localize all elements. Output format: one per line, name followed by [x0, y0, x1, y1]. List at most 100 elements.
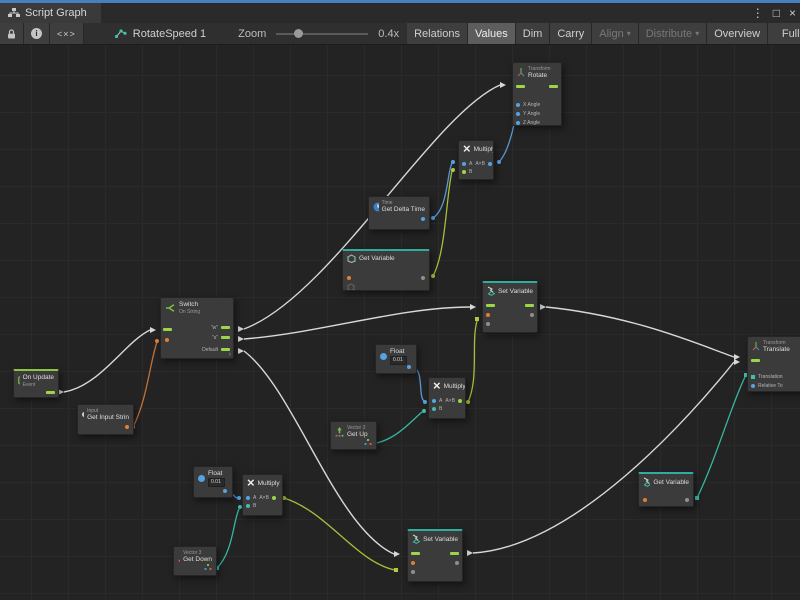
inspect-button[interactable]: i	[24, 23, 50, 44]
script-graph-window: Script Graph ⋮ □ × i <×>	[0, 0, 800, 600]
fullscreen-button[interactable]: Full Scre	[768, 23, 800, 44]
port-result[interactable]	[272, 496, 276, 500]
wire-setvariable-top-to-translate[interactable]	[540, 304, 740, 360]
node-switch-on-string[interactable]: Switch On String "w" "s" Default ›	[160, 297, 234, 359]
float-value-field[interactable]: 0.01	[208, 478, 225, 487]
float-icon	[380, 353, 387, 360]
node-multiply-mid[interactable]: × Multiply A A×B B	[428, 377, 466, 419]
zoom-slider[interactable]	[276, 33, 368, 35]
port-selector-in[interactable]	[165, 338, 169, 342]
port-name-in[interactable]	[347, 276, 351, 280]
port-b[interactable]	[432, 407, 436, 411]
maximize-icon[interactable]: □	[773, 6, 780, 20]
port-string-out[interactable]	[125, 425, 129, 429]
node-multiply-bottom[interactable]: × Multiply A A×B B	[242, 474, 283, 516]
clock-icon	[373, 202, 379, 212]
tab-script-graph[interactable]: Script Graph	[0, 3, 101, 23]
node-set-variable-bottom[interactable]: Set Variable	[407, 529, 463, 582]
graph-breadcrumb: RotateSpeed 1	[106, 23, 214, 44]
node-set-variable-top[interactable]: Set Variable	[482, 281, 538, 333]
flow-out-port[interactable]	[525, 304, 534, 307]
relations-button[interactable]: Relations	[407, 23, 468, 44]
vector3-out-port[interactable]	[364, 439, 372, 446]
distribute-button[interactable]: Distribute ▾	[639, 23, 707, 44]
port-name-in[interactable]	[411, 561, 415, 565]
node-get-variable-bottom[interactable]: Get Variable	[638, 472, 694, 507]
port-b[interactable]	[462, 170, 466, 174]
wire-multiply-bottom-to-setvariable-bottom[interactable]	[282, 496, 398, 572]
window-menu-icon[interactable]: ⋮	[752, 6, 764, 20]
chevron-icon[interactable]: ›	[229, 351, 231, 358]
zoom-value: 0.4x	[378, 28, 399, 40]
lock-icon	[7, 29, 16, 39]
close-icon[interactable]: ×	[789, 6, 796, 20]
port-b[interactable]	[246, 504, 250, 508]
values-button[interactable]: Values	[468, 23, 516, 44]
flow-out-port[interactable]	[549, 85, 558, 88]
node-multiply-top[interactable]: × Multiply A A×B B	[458, 140, 494, 180]
port-value-out[interactable]	[530, 313, 534, 317]
node-rotate[interactable]: Transform Rotate X Angle Y Angle Z Angle	[512, 62, 562, 126]
graph-name[interactable]: RotateSpeed 1	[133, 28, 206, 40]
float-value-field[interactable]: 0.01	[390, 356, 407, 365]
wire-multiply-mid-to-setvariable-top[interactable]	[466, 317, 479, 404]
node-translate[interactable]: Transform Translate Translation Relative…	[747, 336, 800, 392]
port-x-angle[interactable]: X Angle	[513, 101, 561, 110]
node-get-delta-time[interactable]: Time Get Delta Time	[368, 196, 430, 230]
carry-button[interactable]: Carry	[550, 23, 592, 44]
align-button[interactable]: Align ▾	[592, 23, 638, 44]
case-row-2[interactable]: "s"	[161, 333, 233, 343]
wires-layer	[0, 45, 800, 600]
port-value-in[interactable]	[486, 322, 490, 326]
wire-getvariable-bottom-to-translate[interactable]	[695, 373, 748, 500]
port-a[interactable]	[432, 399, 436, 403]
port-result[interactable]	[458, 399, 462, 403]
port-y-angle[interactable]: Y Angle	[513, 110, 561, 119]
port-value-in[interactable]	[411, 570, 415, 574]
port-value-out[interactable]	[685, 498, 689, 502]
vector3-out-port[interactable]	[204, 564, 212, 571]
port-name-in[interactable]	[486, 313, 490, 317]
node-get-input-string[interactable]: Input Get Input Strin	[77, 404, 134, 435]
port-float-out[interactable]	[223, 489, 227, 493]
flow-in-port[interactable]	[163, 328, 172, 331]
port-value-out[interactable]	[421, 276, 425, 280]
node-float-mid[interactable]: Float 0.01	[375, 344, 417, 374]
port-float-out[interactable]	[407, 365, 411, 369]
port-relative-to[interactable]: Relative To	[748, 382, 800, 391]
flow-in-port[interactable]	[516, 85, 525, 88]
wire-switch-case2-to-setvariable-top[interactable]	[238, 304, 476, 342]
node-get-variable-top[interactable]: Get Variable	[342, 249, 430, 291]
port-translation[interactable]: Translation	[748, 373, 800, 382]
graph-canvas[interactable]: Transform Rotate X Angle Y Angle Z Angle…	[0, 45, 800, 600]
case-row-default[interactable]: Default	[161, 345, 233, 355]
flow-in-port[interactable]	[751, 359, 760, 362]
port-delta-out[interactable]	[421, 217, 425, 221]
wire-onupdate-to-switch[interactable]	[58, 327, 156, 395]
port-a[interactable]	[246, 496, 250, 500]
wire-switch-default-to-setvariable-bottom[interactable]	[238, 348, 400, 557]
flow-out-port[interactable]	[46, 391, 55, 394]
dim-button[interactable]: Dim	[516, 23, 551, 44]
wire-getdown-to-multiply-bottom-b[interactable]	[215, 505, 242, 570]
wire-setvariable-bottom-to-translate[interactable]	[467, 359, 740, 556]
overview-button[interactable]: Overview	[707, 23, 768, 44]
flow-in-port[interactable]	[486, 304, 495, 307]
port-a[interactable]	[462, 162, 466, 166]
lock-button[interactable]	[0, 23, 24, 44]
flow-out-port[interactable]	[450, 552, 459, 555]
node-get-down[interactable]: Vector 3 Get Down	[173, 546, 217, 576]
variable-cube-icon	[347, 283, 355, 291]
node-float-bottom[interactable]: Float 0.01	[193, 466, 233, 498]
wire-getinput-to-switch[interactable]	[131, 339, 159, 429]
port-value-out[interactable]	[455, 561, 459, 565]
zoom-slider-handle[interactable]	[294, 29, 303, 38]
flow-in-port[interactable]	[411, 552, 420, 555]
node-on-update[interactable]: On Update Event	[13, 369, 59, 398]
csharp-preview-button[interactable]: <×>	[50, 23, 84, 44]
port-name-in[interactable]	[643, 498, 647, 502]
wire-getvariable-to-multiply-b[interactable]	[431, 168, 455, 278]
port-z-angle[interactable]: Z Angle	[513, 119, 561, 126]
node-get-up[interactable]: Vector 3 Get Up	[330, 421, 377, 450]
port-result[interactable]	[488, 162, 492, 166]
